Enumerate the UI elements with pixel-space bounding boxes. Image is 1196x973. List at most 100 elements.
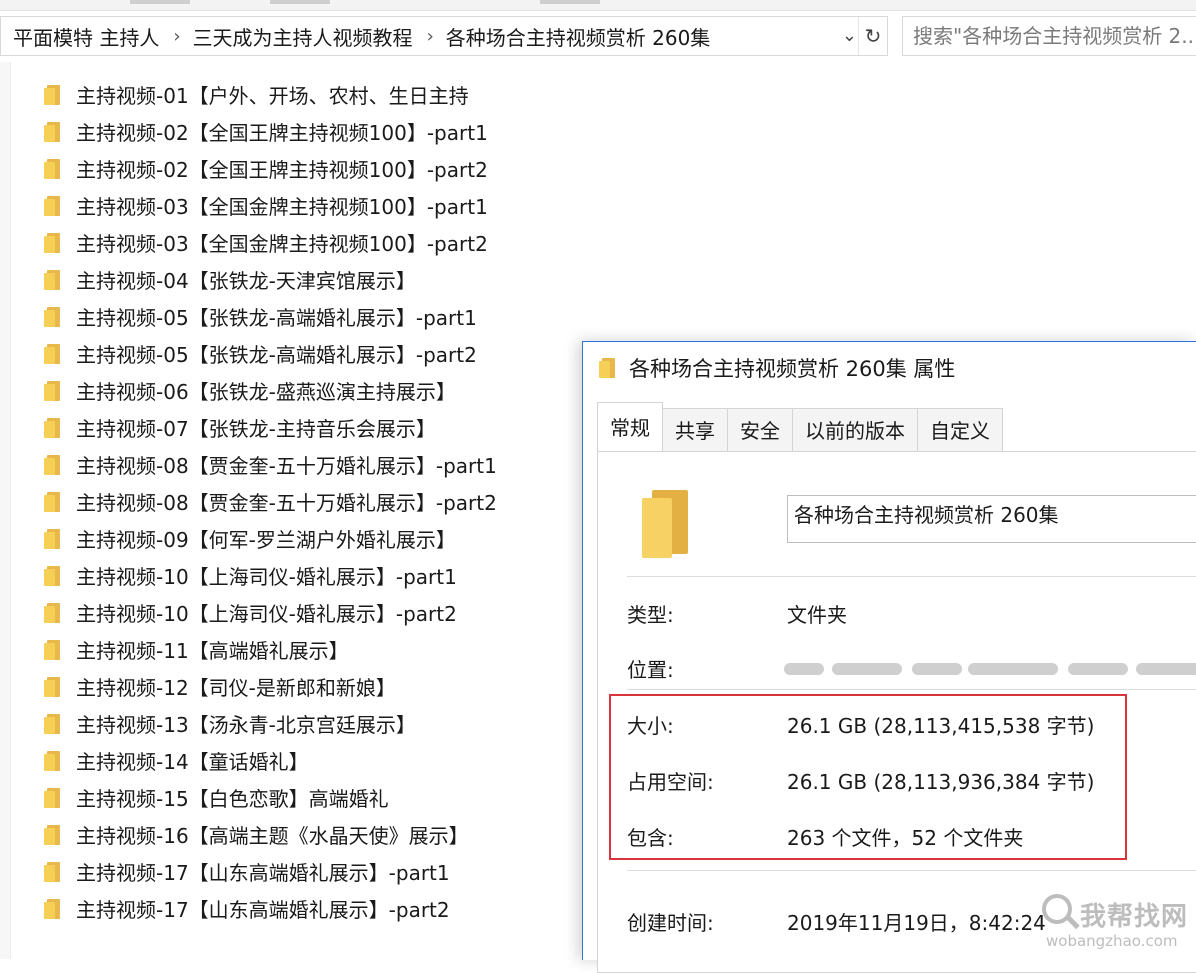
folder-icon xyxy=(44,343,60,364)
folder-icon xyxy=(44,454,60,475)
folder-list-item[interactable]: 主持视频-11【高端婚礼展示】 xyxy=(44,631,497,668)
folder-name: 主持视频-06【张铁龙-盛燕巡演主持展示】 xyxy=(76,380,456,404)
folder-list-item[interactable]: 主持视频-14【童话婚礼】 xyxy=(44,742,497,779)
folder-list-item[interactable]: 主持视频-15【白色恋歌】高端婚礼 xyxy=(44,779,497,816)
folder-name: 主持视频-03【全国金牌主持视频100】-part2 xyxy=(76,232,488,256)
properties-dialog: 各种场合主持视频赏析 260集 属性 常规 共享 安全 以前的版本 自定义 各种… xyxy=(582,341,1196,973)
folder-icon xyxy=(44,787,60,808)
folder-name: 主持视频-17【山东高端婚礼展示】-part1 xyxy=(76,861,450,885)
location-value-redacted xyxy=(784,660,1196,676)
folder-list-item[interactable]: 主持视频-04【张铁龙-天津宾馆展示】 xyxy=(44,261,497,298)
dialog-tabs: 常规 共享 安全 以前的版本 自定义 xyxy=(597,402,1003,452)
tab-sharing[interactable]: 共享 xyxy=(662,408,728,451)
folder-list-item[interactable]: 主持视频-10【上海司仪-婚礼展示】-part1 xyxy=(44,557,497,594)
divider xyxy=(627,576,1196,577)
ribbon-edge-mark xyxy=(270,0,330,4)
folder-name: 主持视频-16【高端主题《水晶天使》展示】 xyxy=(76,824,469,848)
ribbon-edge-mark xyxy=(540,0,600,4)
folder-name: 主持视频-10【上海司仪-婚礼展示】-part2 xyxy=(76,602,457,626)
explorer-toolbar: 平面模特 主持人 › 三天成为主持人视频教程 › 各种场合主持视频赏析 260集… xyxy=(0,12,1196,60)
folder-name: 主持视频-07【张铁龙-主持音乐会展示】 xyxy=(76,417,436,441)
folder-icon xyxy=(44,528,60,549)
folder-list-item[interactable]: 主持视频-05【张铁龙-高端婚礼展示】-part2 xyxy=(44,335,497,372)
folder-name: 主持视频-01【户外、开场、农村、生日主持 xyxy=(76,84,469,108)
folder-icon xyxy=(44,417,60,438)
folder-icon xyxy=(599,358,615,378)
folder-name: 主持视频-08【贾金奎-五十万婚礼展示】-part2 xyxy=(76,491,497,515)
folder-list-item[interactable]: 主持视频-08【贾金奎-五十万婚礼展示】-part2 xyxy=(44,483,497,520)
folder-list-item[interactable]: 主持视频-06【张铁龙-盛燕巡演主持展示】 xyxy=(44,372,497,409)
folder-icon xyxy=(44,84,60,105)
folder-list-item[interactable]: 主持视频-03【全国金牌主持视频100】-part1 xyxy=(44,187,497,224)
watermark-url: wobangzhao.com xyxy=(1046,932,1178,950)
watermark: 我帮找网 wobangzhao.com xyxy=(1036,890,1196,959)
folder-list-item[interactable]: 主持视频-16【高端主题《水晶天使》展示】 xyxy=(44,816,497,853)
folder-name: 主持视频-08【贾金奎-五十万婚礼展示】-part1 xyxy=(76,454,497,478)
folder-list-item[interactable]: 主持视频-12【司仪-是新郎和新娘】 xyxy=(44,668,497,705)
folder-name: 主持视频-11【高端婚礼展示】 xyxy=(76,639,349,663)
folder-name: 主持视频-15【白色恋歌】高端婚礼 xyxy=(76,787,389,811)
address-dropdown-icon[interactable]: ⌄ xyxy=(842,25,857,46)
address-bar[interactable]: 平面模特 主持人 › 三天成为主持人视频教程 › 各种场合主持视频赏析 260集… xyxy=(0,16,888,56)
created-value: 2019年11月19日，8:42:24 xyxy=(787,911,1046,935)
folder-list-item[interactable]: 主持视频-01【户外、开场、农村、生日主持 xyxy=(44,76,497,113)
breadcrumb-separator-icon[interactable]: › xyxy=(413,26,434,47)
magnifier-handle xyxy=(1066,915,1080,930)
tab-customize[interactable]: 自定义 xyxy=(917,408,1003,451)
folder-name: 主持视频-14【童话婚礼】 xyxy=(76,750,309,774)
folder-name: 主持视频-02【全国王牌主持视频100】-part1 xyxy=(76,121,488,145)
folder-name: 主持视频-03【全国金牌主持视频100】-part1 xyxy=(76,195,488,219)
divider xyxy=(627,870,1196,871)
folder-name: 主持视频-05【张铁龙-高端婚礼展示】-part2 xyxy=(76,343,477,367)
breadcrumb-item[interactable]: 各种场合主持视频赏析 260集 xyxy=(434,22,711,51)
folder-icon xyxy=(44,121,60,142)
search-input[interactable]: 搜索"各种场合主持视频赏析 2... xyxy=(902,16,1196,56)
folder-list-item[interactable]: 主持视频-02【全国王牌主持视频100】-part1 xyxy=(44,113,497,150)
folder-list-item[interactable]: 主持视频-09【何军-罗兰湖户外婚礼展示】 xyxy=(44,520,497,557)
ribbon-edge-mark xyxy=(130,0,190,4)
folder-icon xyxy=(44,750,60,771)
location-label: 位置: xyxy=(627,658,674,682)
type-label: 类型: xyxy=(627,603,674,627)
folder-list-item[interactable]: 主持视频-10【上海司仪-婚礼展示】-part2 xyxy=(44,594,497,631)
breadcrumb-item[interactable]: 三天成为主持人视频教程 xyxy=(181,22,413,51)
folder-list-item[interactable]: 主持视频-03【全国金牌主持视频100】-part2 xyxy=(44,224,497,261)
refresh-icon[interactable]: ↻ xyxy=(858,17,887,55)
divider xyxy=(627,689,1196,690)
watermark-title: 我帮找网 xyxy=(1080,902,1189,932)
folder-icon xyxy=(44,269,60,290)
folder-icon xyxy=(44,713,60,734)
navigation-pane[interactable] xyxy=(0,62,11,959)
ribbon-edge xyxy=(0,0,1196,11)
folder-icon xyxy=(44,232,60,253)
folder-icon xyxy=(44,898,60,919)
folder-name: 主持视频-17【山东高端婚礼展示】-part2 xyxy=(76,898,450,922)
folder-list-item[interactable]: 主持视频-17【山东高端婚礼展示】-part1 xyxy=(44,853,497,890)
dialog-titlebar[interactable]: 各种场合主持视频赏析 260集 属性 xyxy=(583,342,1196,394)
folder-name: 主持视频-05【张铁龙-高端婚礼展示】-part1 xyxy=(76,306,477,330)
dialog-title: 各种场合主持视频赏析 260集 属性 xyxy=(629,357,956,381)
folder-icon xyxy=(44,565,60,586)
tab-security[interactable]: 安全 xyxy=(727,408,793,451)
folder-list-item[interactable]: 主持视频-08【贾金奎-五十万婚礼展示】-part1 xyxy=(44,446,497,483)
folder-list-item[interactable]: 主持视频-13【汤永青-北京宫廷展示】 xyxy=(44,705,497,742)
folder-icon xyxy=(44,306,60,327)
folder-name: 主持视频-13【汤永青-北京宫廷展示】 xyxy=(76,713,416,737)
file-list: 主持视频-01【户外、开场、农村、生日主持 主持视频-02【全国王牌主持视频100… xyxy=(44,76,497,927)
folder-name-field[interactable]: 各种场合主持视频赏析 260集 xyxy=(787,495,1196,543)
folder-name: 主持视频-02【全国王牌主持视频100】-part2 xyxy=(76,158,488,182)
tab-general[interactable]: 常规 xyxy=(597,402,663,451)
folder-icon xyxy=(44,602,60,623)
folder-icon xyxy=(44,380,60,401)
folder-icon xyxy=(44,676,60,697)
folder-icon xyxy=(44,491,60,512)
folder-list-item[interactable]: 主持视频-07【张铁龙-主持音乐会展示】 xyxy=(44,409,497,446)
folder-list-item[interactable]: 主持视频-05【张铁龙-高端婚礼展示】-part1 xyxy=(44,298,497,335)
folder-icon xyxy=(44,158,60,179)
folder-name: 主持视频-09【何军-罗兰湖户外婚礼展示】 xyxy=(76,528,456,552)
folder-list-item[interactable]: 主持视频-02【全国王牌主持视频100】-part2 xyxy=(44,150,497,187)
folder-list-item[interactable]: 主持视频-17【山东高端婚礼展示】-part2 xyxy=(44,890,497,927)
breadcrumb-item[interactable]: 平面模特 主持人 xyxy=(1,22,159,51)
tab-previous-versions[interactable]: 以前的版本 xyxy=(792,408,918,451)
breadcrumb-separator-icon[interactable]: › xyxy=(159,26,180,47)
